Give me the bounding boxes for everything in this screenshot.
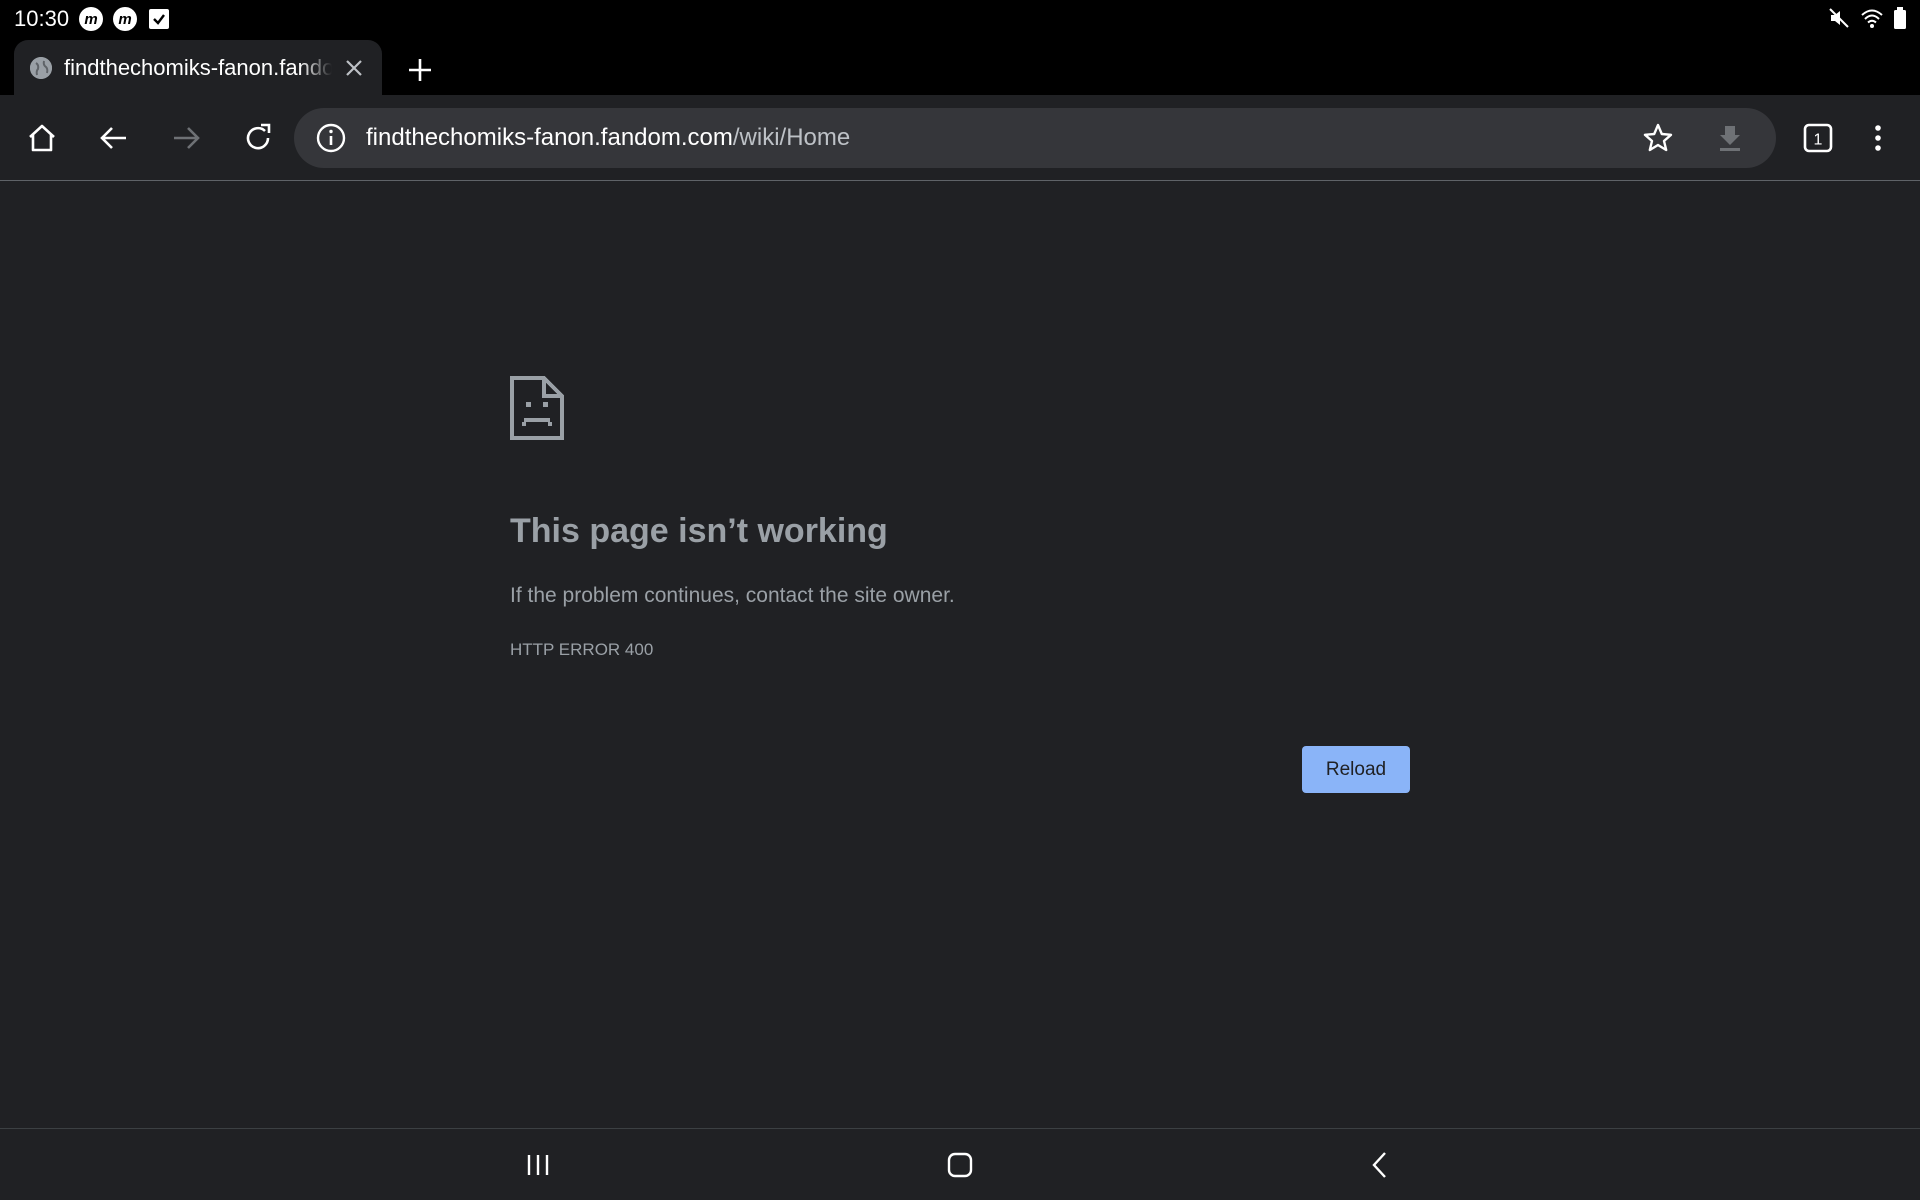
error-description: If the problem continues, contact the si… <box>510 584 955 607</box>
mute-icon <box>1828 7 1850 34</box>
browser-toolbar: findthechomiks-fanon.fandom.com/wiki/Hom… <box>0 95 1920 181</box>
error-code: HTTP ERROR 400 <box>510 640 654 659</box>
info-icon[interactable] <box>314 121 348 155</box>
tab-strip: findthechomiks-fanon.fandom.com/wiki/Hom… <box>0 38 1920 96</box>
url-text: findthechomiks-fanon.fandom.com/wiki/Hom… <box>366 124 850 152</box>
url-host: findthechomiks-fanon.fandom.com <box>366 124 733 151</box>
more-options-icon[interactable] <box>1856 116 1900 160</box>
sad-page-icon <box>510 376 564 440</box>
back-icon[interactable] <box>92 116 136 160</box>
close-icon[interactable] <box>342 56 366 80</box>
home-nav-icon[interactable] <box>940 1145 980 1185</box>
tab-title: findthechomiks-fanon.fandom.com/wiki/Hom… <box>64 55 332 80</box>
url-path: /wiki/Home <box>732 124 851 151</box>
tab-count: 1 <box>1814 132 1823 149</box>
reload-button[interactable]: Reload <box>1302 746 1410 793</box>
system-nav-bar <box>0 1128 1920 1200</box>
wifi-icon <box>1860 7 1884 34</box>
recent-apps-icon[interactable] <box>518 1145 558 1185</box>
download-icon[interactable] <box>1712 120 1748 156</box>
status-bar: 10:30 m m <box>0 0 1920 38</box>
m-app-icon: m <box>113 7 138 31</box>
tab-active[interactable]: findthechomiks-fanon.fandom.com/wiki/Hom… <box>14 40 382 96</box>
address-bar[interactable]: findthechomiks-fanon.fandom.com/wiki/Hom… <box>294 108 1776 168</box>
forward-icon[interactable] <box>164 116 208 160</box>
new-tab-button[interactable] <box>404 54 436 86</box>
tab-switcher-button[interactable]: 1 <box>1796 116 1840 160</box>
star-icon[interactable] <box>1640 120 1676 156</box>
home-icon[interactable] <box>20 116 64 160</box>
checkbox-icon <box>149 9 170 29</box>
page-title: This page isn’t working <box>510 512 888 550</box>
error-page: This page isn’t working If the problem c… <box>0 182 1920 1128</box>
status-time: 10:30 <box>14 6 70 31</box>
back-nav-icon[interactable] <box>1360 1145 1400 1185</box>
battery-icon <box>1894 7 1906 34</box>
m-app-icon: m <box>79 7 104 31</box>
reload-icon[interactable] <box>236 116 280 160</box>
globe-icon <box>30 57 52 79</box>
